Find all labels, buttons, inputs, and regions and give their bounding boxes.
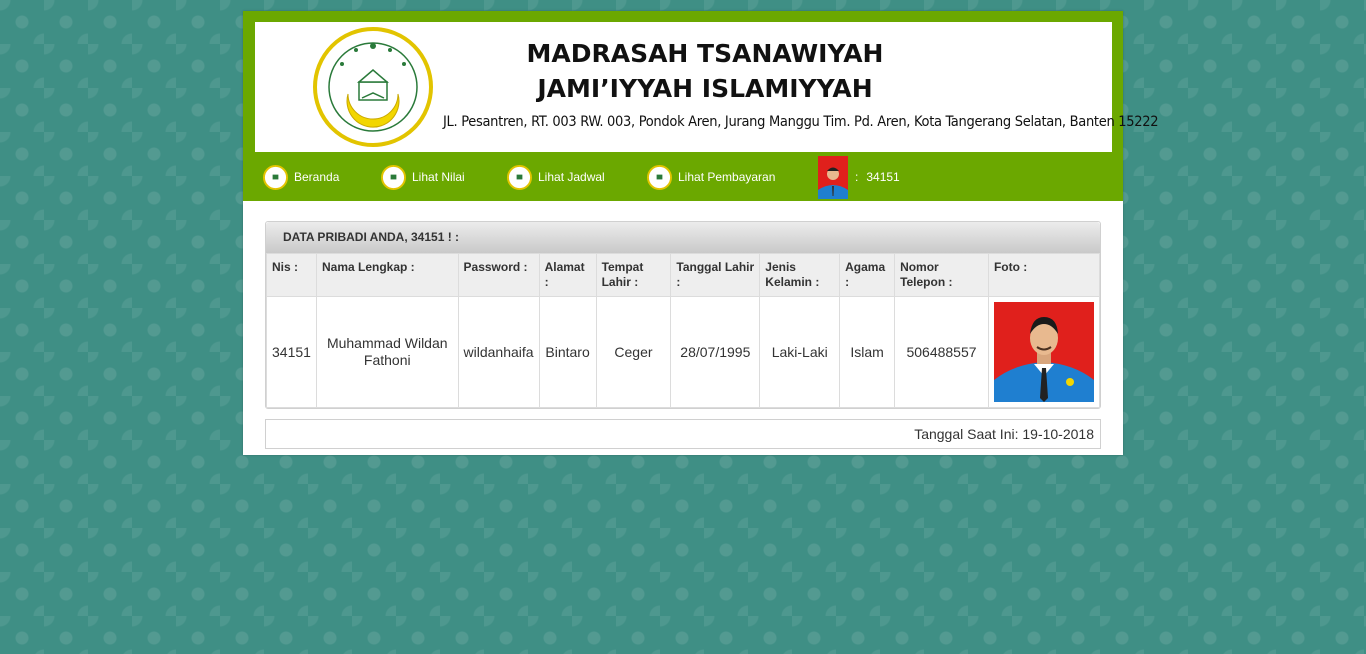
current-date-bar: Tanggal Saat Ini: 19-10-2018 [265, 419, 1101, 449]
student-photo [993, 302, 1094, 402]
nav-user[interactable]: : 34151 [818, 153, 900, 201]
nav-item-beranda[interactable]: Beranda [263, 153, 339, 201]
school-banner: MADRASAH TSANAWIYAH JAMI’IYYAH ISLAMIYYA… [255, 22, 1159, 152]
personal-data-table: Nis : Nama Lengkap : Password : Alamat :… [266, 253, 1101, 408]
school-seal-icon [647, 164, 672, 190]
cell-password: wildanhaifa [457, 296, 540, 408]
cell-tanggal-lahir: 28/07/1995 [670, 296, 761, 408]
column-header: Nama Lengkap : [315, 253, 459, 297]
school-seal-icon [313, 27, 433, 147]
table-row: 34151 Muhammad Wildan Fathoni wildanhaif… [266, 296, 1101, 408]
nav-label: Lihat Jadwal [538, 170, 605, 184]
cell-agama: Islam [839, 296, 896, 408]
nav-label: Lihat Pembayaran [678, 170, 776, 184]
page-frame: MADRASAH TSANAWIYAH JAMI’IYYAH ISLAMIYYA… [243, 11, 1159, 455]
main-content: DATA PRIBADI ANDA, 34151 ! : Nis : Nama … [265, 221, 1101, 449]
school-name-line1: MADRASAH TSANAWIYAH [526, 39, 884, 68]
column-header: Jenis Kelamin : [759, 253, 841, 297]
personal-data-panel: DATA PRIBADI ANDA, 34151 ! : Nis : Nama … [265, 221, 1101, 409]
nav-item-lihat-nilai[interactable]: Lihat Nilai [381, 153, 465, 201]
nav-item-lihat-pembayaran[interactable]: Lihat Pembayaran [647, 153, 775, 201]
column-header: Tempat Lahir : [595, 253, 672, 297]
school-seal-icon [381, 164, 406, 190]
cell-telepon: 506488557 [894, 296, 989, 408]
nav-item-lihat-jadwal[interactable]: Lihat Jadwal [507, 153, 605, 201]
cell-nama: Muhammad Wildan Fathoni [315, 296, 459, 408]
table-header-row: Nis : Nama Lengkap : Password : Alamat :… [266, 253, 1101, 297]
cell-foto [987, 296, 1101, 408]
column-header: Foto : [987, 253, 1101, 297]
nav-label: Lihat Nilai [412, 170, 465, 184]
school-address: JL. Pesantren, RT. 003 RW. 003, Pondok A… [443, 114, 1159, 130]
school-name-line2: JAMI’IYYAH ISLAMIYYAH [537, 74, 873, 103]
cell-jenis-kelamin: Laki-Laki [759, 296, 841, 408]
column-header: Nomor Telepon : [894, 253, 989, 297]
column-header: Agama : [839, 253, 896, 297]
school-seal-icon [263, 164, 288, 190]
current-date: Tanggal Saat Ini: 19-10-2018 [914, 426, 1094, 442]
cell-tempat-lahir: Ceger [595, 296, 672, 408]
school-seal-icon [507, 164, 532, 190]
school-name: MADRASAH TSANAWIYAH JAMI’IYYAH ISLAMIYYA… [445, 36, 965, 106]
cell-nis: 34151 [266, 296, 317, 408]
site-header: MADRASAH TSANAWIYAH JAMI’IYYAH ISLAMIYYA… [243, 11, 1159, 201]
column-header: Password : [457, 253, 540, 297]
panel-title: DATA PRIBADI ANDA, 34151 ! : [266, 222, 1100, 253]
column-header: Alamat : [538, 253, 597, 297]
nav-label: Beranda [294, 170, 340, 184]
user-separator: : [855, 170, 859, 184]
column-header: Nis : [266, 253, 317, 297]
main-nav: Beranda Lihat Nilai Lihat Jadwal Lihat P… [243, 153, 1123, 201]
column-header: Tanggal Lahir : [670, 253, 761, 297]
user-id: 34151 [866, 170, 900, 184]
user-avatar [818, 155, 848, 199]
cell-alamat: Bintaro [538, 296, 597, 408]
